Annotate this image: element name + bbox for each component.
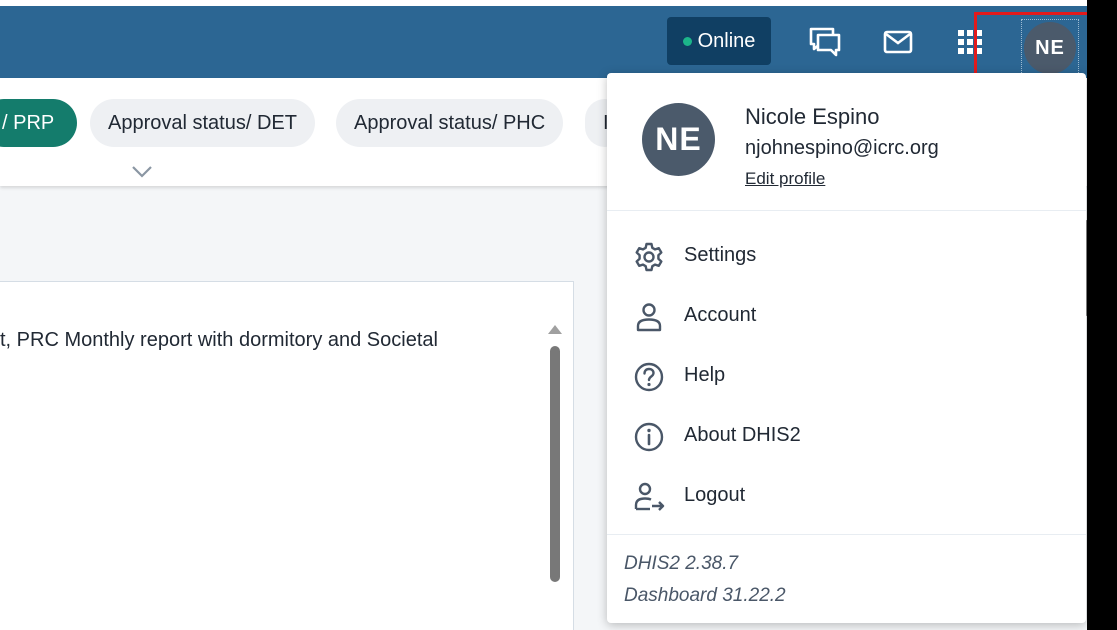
filter-chip-phc[interactable]: Approval status/ PHC [336, 99, 564, 147]
dashboard-item-text: t, PRC Monthly report with dormitory and… [0, 329, 438, 351]
menu-item-label: Account [684, 304, 757, 326]
edit-profile-link[interactable]: Edit profile [745, 169, 825, 189]
online-dot-icon [682, 36, 692, 46]
mail-icon [883, 30, 913, 54]
dashboard-version: Dashboard 31.22.2 [624, 585, 786, 606]
user-icon [636, 303, 662, 332]
info-icon [634, 422, 664, 452]
chip-label: Approval status/ PHC [354, 111, 546, 134]
scrollbar-thumb[interactable] [550, 346, 560, 582]
divider [607, 210, 1086, 211]
chat-bubbles-icon [809, 27, 841, 57]
menu-item-label: Logout [684, 484, 746, 506]
chip-label: / PRP [2, 111, 55, 134]
gear-icon [635, 242, 663, 272]
menu-item-label: Help [684, 364, 726, 386]
profile-name: Nicole Espino [745, 104, 880, 129]
apps-grid-icon [958, 30, 982, 54]
interpretations-button[interactable] [805, 22, 845, 62]
menu-item-help[interactable]: Help [607, 349, 1086, 405]
online-label: Online [697, 29, 756, 52]
menu-item-label: Settings [684, 244, 757, 266]
avatar: NE [1024, 22, 1076, 74]
menu-item-about[interactable]: About DHIS2 [607, 409, 1086, 465]
screen-edge [1087, 0, 1117, 630]
help-icon [634, 362, 664, 392]
online-status-badge[interactable]: Online [667, 17, 771, 65]
chevron-down-icon[interactable] [130, 164, 154, 180]
menu-item-account[interactable]: Account [607, 289, 1086, 345]
menu-item-settings[interactable]: Settings [607, 229, 1086, 285]
dashboard-page: Online NE / PRP Approval status/ DET App… [0, 0, 1117, 630]
header-bar: Online NE [0, 6, 1087, 78]
profile-avatar-button[interactable]: NE [1021, 19, 1079, 77]
menu-item-label: About DHIS2 [684, 424, 801, 446]
menu-item-logout[interactable]: Logout [607, 469, 1086, 525]
filter-chip-det[interactable]: Approval status/ DET [90, 99, 315, 147]
chip-label: Approval status/ DET [108, 111, 297, 134]
apps-menu-button[interactable] [950, 22, 990, 62]
logout-icon [634, 482, 665, 511]
divider [607, 534, 1086, 535]
scroll-up-arrow-icon[interactable] [546, 322, 564, 336]
profile-dropdown-menu: NE Nicole Espino njohnespino@icrc.org Ed… [607, 73, 1086, 623]
dhis2-version: DHIS2 2.38.7 [624, 553, 739, 574]
profile-avatar: NE [642, 103, 715, 176]
profile-email: njohnespino@icrc.org [745, 137, 939, 159]
filter-chip-prp[interactable]: / PRP [0, 99, 77, 147]
messages-button[interactable] [878, 22, 918, 62]
